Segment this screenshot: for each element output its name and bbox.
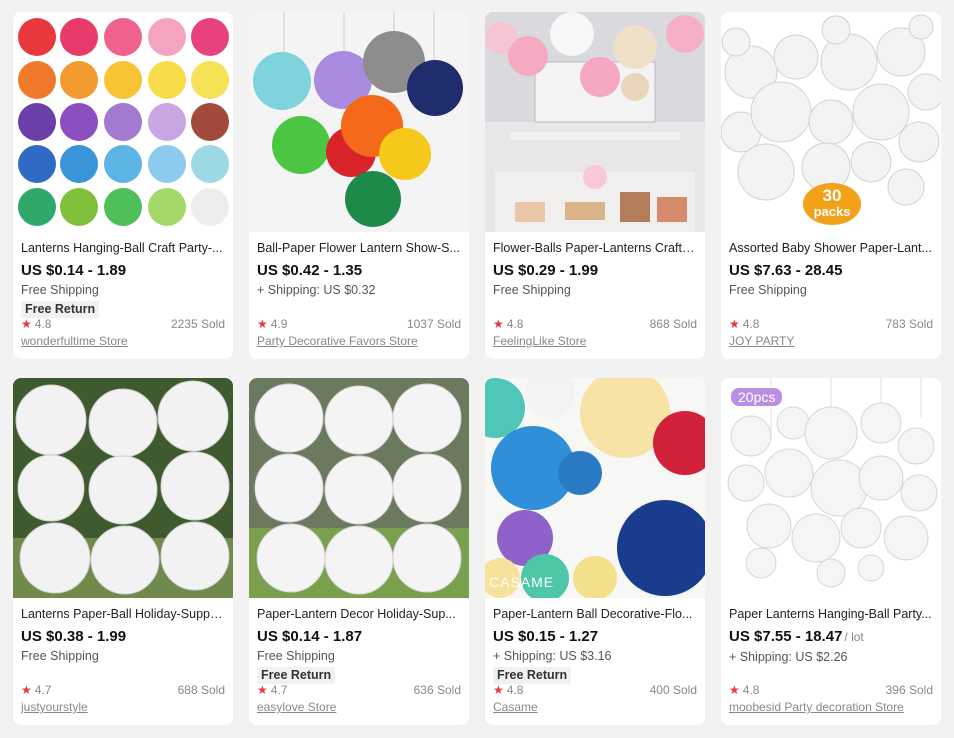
product-title[interactable]: Lanterns Paper-Ball Holiday-Suppli...: [21, 606, 225, 622]
rating-value: 4.9: [270, 317, 288, 331]
watermark: CASAME: [489, 574, 555, 590]
pack-count-tag: 30 packs: [803, 183, 861, 225]
shipping-info: + Shipping: US $0.32: [257, 283, 376, 297]
sold-count: 783 Sold: [885, 317, 933, 331]
shipping-info: Free Shipping: [257, 649, 335, 663]
star-icon: ★: [493, 683, 504, 697]
shipping-info: + Shipping: US $2.26: [729, 650, 848, 664]
store-link[interactable]: moobesid Party decoration Store: [729, 700, 933, 714]
rating-row: ★ 4.7 636 Sold: [257, 683, 461, 697]
price-range: US $0.14 - 1.87: [257, 628, 363, 645]
product-price: US $0.15 - 1.27: [493, 627, 697, 646]
rating-value: 4.7: [270, 683, 288, 697]
price-range: US $0.42 - 1.35: [257, 262, 363, 279]
product-image-4[interactable]: 30 packs: [721, 12, 941, 232]
rating-value: 4.7: [34, 683, 52, 697]
store-link[interactable]: justyourstyle: [21, 700, 225, 714]
price-range: US $0.15 - 1.27: [493, 628, 599, 645]
product-price: US $0.14 - 1.87: [257, 627, 461, 646]
free-return-badge: Free Return: [257, 667, 336, 684]
product-image-3[interactable]: [485, 12, 705, 232]
rating-row: ★ 4.8 783 Sold: [729, 317, 933, 331]
product-card-2[interactable]: Ball-Paper Flower Lantern Show-S... US $…: [249, 12, 469, 359]
rating-row: ★ 4.8 2235 Sold: [21, 317, 225, 331]
rating-value: 4.8: [34, 317, 52, 331]
store-link[interactable]: wonderfultime Store: [21, 334, 225, 348]
sold-count: 688 Sold: [177, 683, 225, 697]
store-link[interactable]: JOY PARTY: [729, 334, 933, 348]
store-link[interactable]: easylove Store: [257, 700, 461, 714]
product-title[interactable]: Paper-Lantern Decor Holiday-Sup...: [257, 606, 461, 622]
star-icon: ★: [729, 683, 740, 697]
shipping-info: + Shipping: US $3.16: [493, 649, 612, 663]
product-card-4[interactable]: 30 packs Assorted Baby Shower Paper-Lant…: [721, 12, 941, 359]
store-link[interactable]: Casame: [493, 700, 697, 714]
product-title[interactable]: Lanterns Hanging-Ball Craft Party-...: [21, 240, 225, 256]
product-price: US $0.14 - 1.89: [21, 261, 225, 280]
rating-value: 4.8: [742, 683, 760, 697]
product-image-2[interactable]: [249, 12, 469, 232]
sold-count: 636 Sold: [413, 683, 461, 697]
rating-value: 4.8: [742, 317, 760, 331]
shipping-info: Free Shipping: [21, 649, 99, 663]
store-link[interactable]: Party Decorative Favors Store: [257, 334, 461, 348]
sold-count: 400 Sold: [649, 683, 697, 697]
store-link[interactable]: FeelingLike Store: [493, 334, 697, 348]
product-price: US $0.29 - 1.99: [493, 261, 697, 280]
rating-row: ★ 4.8 396 Sold: [729, 683, 933, 697]
free-return-badge: Free Return: [21, 301, 100, 318]
pack-count-number: 30: [822, 186, 842, 205]
product-image-5[interactable]: [13, 378, 233, 598]
product-title[interactable]: Assorted Baby Shower Paper-Lant...: [729, 240, 933, 256]
product-card-7[interactable]: CASAME Paper-Lantern Ball Decorative-Flo…: [485, 378, 705, 725]
rating-row: ★ 4.9 1037 Sold: [257, 317, 461, 331]
product-price: US $0.38 - 1.99: [21, 627, 225, 646]
star-icon: ★: [257, 317, 268, 331]
pack-count-label: packs: [813, 204, 851, 219]
rating-value: 4.8: [506, 683, 524, 697]
star-icon: ★: [493, 317, 504, 331]
star-icon: ★: [21, 317, 32, 331]
product-card-3[interactable]: Flower-Balls Paper-Lanterns Crafts... US…: [485, 12, 705, 359]
star-icon: ★: [21, 683, 32, 697]
price-range: US $7.63 - 28.45: [729, 262, 843, 279]
sold-count: 2235 Sold: [170, 317, 225, 331]
sold-count: 396 Sold: [885, 683, 933, 697]
product-card-6[interactable]: Paper-Lantern Decor Holiday-Sup... US $0…: [249, 378, 469, 725]
pack-count-tag: 20pcs: [729, 386, 785, 408]
product-title[interactable]: Paper-Lantern Ball Decorative-Flo...: [493, 606, 697, 622]
product-image-8[interactable]: 20pcs: [721, 378, 941, 598]
product-grid: Lanterns Hanging-Ball Craft Party-... US…: [0, 0, 954, 738]
product-title[interactable]: Flower-Balls Paper-Lanterns Crafts...: [493, 240, 697, 256]
product-title[interactable]: Ball-Paper Flower Lantern Show-S...: [257, 240, 461, 256]
product-card-5[interactable]: Lanterns Paper-Ball Holiday-Suppli... US…: [13, 378, 233, 725]
rating-row: ★ 4.8 400 Sold: [493, 683, 697, 697]
free-return-badge: Free Return: [493, 667, 572, 684]
sold-count: 868 Sold: [649, 317, 697, 331]
sold-count: 1037 Sold: [406, 317, 461, 331]
product-card-8[interactable]: 20pcs Paper Lanterns Hanging-Ball Party.…: [721, 378, 941, 725]
shipping-info: Free Shipping: [729, 283, 807, 297]
rating-row: ★ 4.7 688 Sold: [21, 683, 225, 697]
shipping-info: Free Shipping: [21, 283, 99, 297]
price-unit: / lot: [844, 630, 864, 644]
star-icon: ★: [257, 683, 268, 697]
price-range: US $0.14 - 1.89: [21, 262, 127, 279]
star-icon: ★: [729, 317, 740, 331]
product-card-1[interactable]: Lanterns Hanging-Ball Craft Party-... US…: [13, 12, 233, 359]
rating-row: ★ 4.8 868 Sold: [493, 317, 697, 331]
shipping-info: Free Shipping: [493, 283, 571, 297]
product-image-6[interactable]: [249, 378, 469, 598]
price-range: US $0.38 - 1.99: [21, 628, 127, 645]
price-range: US $7.55 - 18.47: [729, 628, 843, 645]
product-title[interactable]: Paper Lanterns Hanging-Ball Party...: [729, 606, 933, 622]
product-image-7[interactable]: CASAME: [485, 378, 705, 598]
product-price: US $0.42 - 1.35: [257, 261, 461, 280]
product-price: US $7.55 - 18.47/ lot: [729, 627, 933, 647]
rating-value: 4.8: [506, 317, 524, 331]
price-range: US $0.29 - 1.99: [493, 262, 599, 279]
product-image-1[interactable]: [13, 12, 233, 232]
product-price: US $7.63 - 28.45: [729, 261, 933, 280]
